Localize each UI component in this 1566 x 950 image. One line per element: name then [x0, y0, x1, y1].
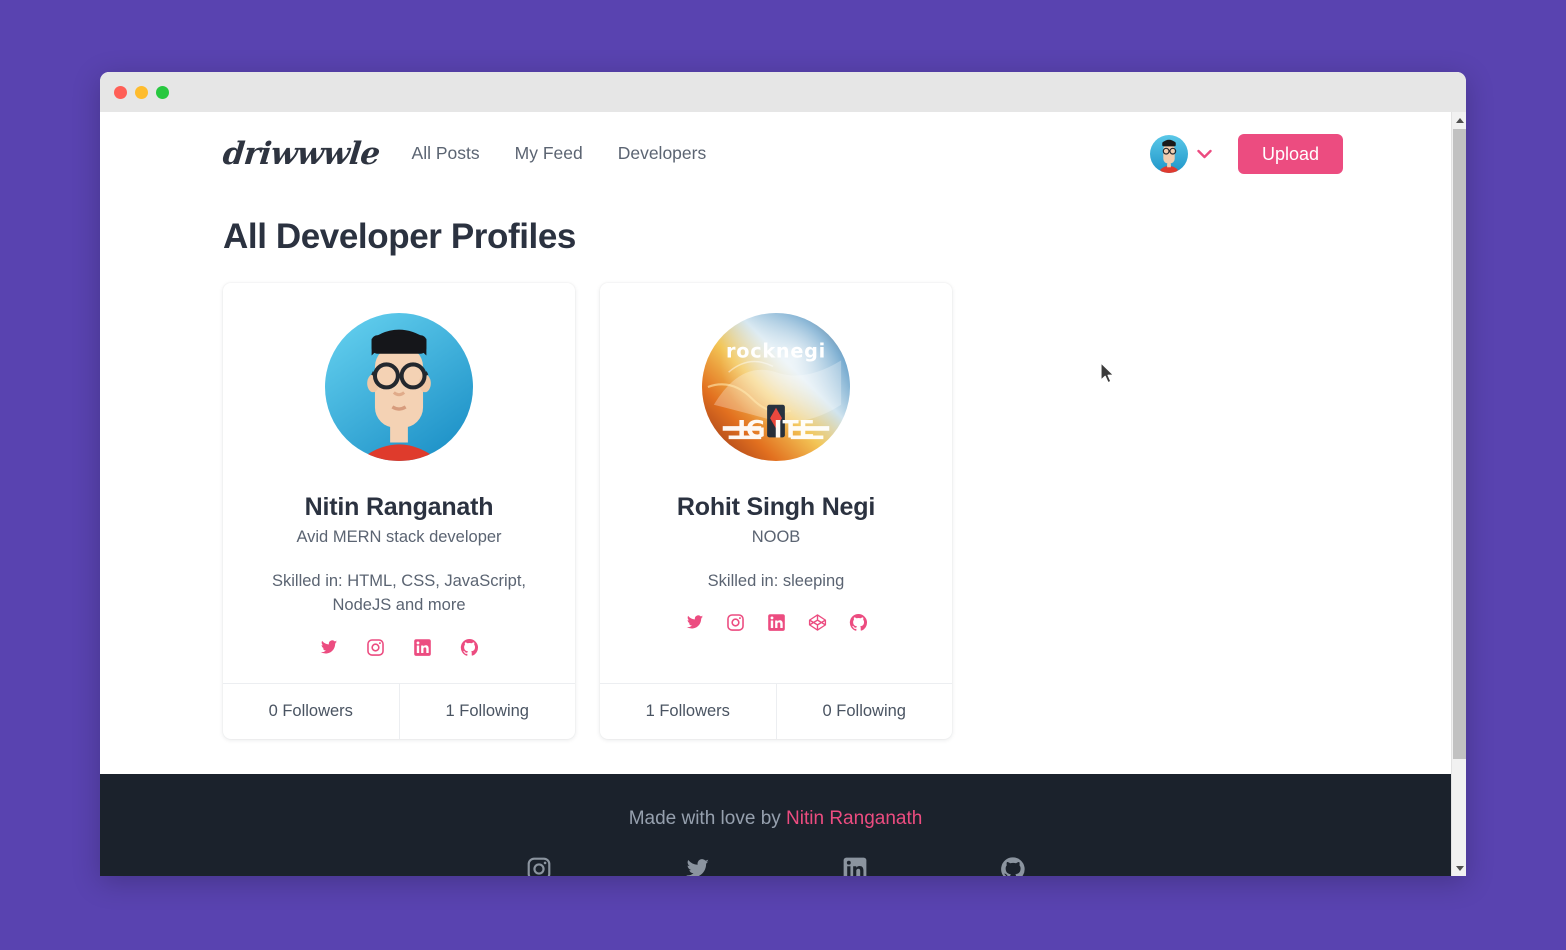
twitter-icon[interactable] [319, 638, 338, 657]
footer-credit-prefix: Made with love by [628, 808, 787, 829]
developer-card[interactable]: Nitin Ranganath Avid MERN stack develope… [223, 283, 575, 739]
developer-cards-grid: Nitin Ranganath Avid MERN stack develope… [223, 283, 1328, 739]
developer-role: NOOB [751, 528, 801, 546]
scroll-down-arrow[interactable] [1452, 860, 1466, 876]
github-icon[interactable] [460, 638, 479, 657]
developer-name: Nitin Ranganath [304, 493, 494, 521]
avatar-image [1149, 134, 1188, 173]
developer-card-body: Nitin Ranganath Avid MERN stack develope… [223, 283, 575, 683]
avatar[interactable] [1149, 134, 1188, 173]
window-close-button[interactable] [114, 85, 127, 99]
linkedin-icon[interactable] [767, 613, 786, 632]
nav-all-posts[interactable]: All Posts [412, 143, 480, 164]
following-count[interactable]: 1 Following [398, 683, 576, 739]
footer-author-link[interactable]: Nitin Ranganath [786, 808, 922, 829]
twitter-icon[interactable] [684, 856, 710, 876]
instagram-icon[interactable] [526, 856, 552, 876]
main-navigation: All Posts My Feed Developers [412, 143, 707, 164]
followers-count[interactable]: 1 Followers [600, 684, 776, 739]
upload-button[interactable]: Upload [1237, 133, 1343, 174]
followers-count[interactable]: 0 Followers [223, 684, 399, 739]
linkedin-icon[interactable] [842, 856, 868, 876]
developer-avatar[interactable] [325, 313, 473, 461]
nav-developers[interactable]: Developers [618, 143, 707, 164]
developer-role: Avid MERN stack developer [296, 528, 502, 546]
developer-social-links [685, 613, 868, 632]
scrollbar-thumb[interactable] [1453, 129, 1466, 759]
window-maximize-button[interactable] [156, 85, 169, 99]
codepen-icon[interactable] [808, 613, 827, 632]
site-footer: Made with love by Nitin Ranganath [100, 774, 1451, 876]
vertical-scrollbar[interactable] [1451, 112, 1466, 876]
footer-credit: Made with love by Nitin Ranganath [100, 808, 1451, 830]
github-icon[interactable] [849, 613, 868, 632]
developer-card-stats: 1 Followers 0 Following [600, 682, 953, 739]
page-content: driwwwle All Posts My Feed Developers Up… [100, 112, 1451, 876]
chevron-down-icon[interactable] [1192, 149, 1218, 159]
scroll-up-arrow[interactable] [1452, 112, 1466, 128]
window-minimize-button[interactable] [135, 85, 148, 99]
svg-text:IG ITE: IG ITE [737, 415, 815, 443]
twitter-icon[interactable] [685, 613, 704, 632]
developer-avatar[interactable]: rocknegi IG ITE [702, 313, 850, 461]
developer-skills: Skilled in: sleeping [707, 572, 845, 590]
instagram-icon[interactable] [726, 613, 745, 632]
developer-name: Rohit Singh Negi [676, 493, 876, 521]
browser-window: driwwwle All Posts My Feed Developers Up… [100, 72, 1466, 876]
developer-social-links [319, 638, 479, 657]
avatar-image-rohit: rocknegi IG ITE [702, 313, 850, 461]
brand-logo[interactable]: driwwwle [221, 136, 381, 172]
nav-my-feed[interactable]: My Feed [515, 143, 583, 164]
site-header: driwwwle All Posts My Feed Developers Up… [100, 112, 1451, 195]
window-titlebar [100, 72, 1466, 112]
svg-text:rocknegi: rocknegi [726, 339, 826, 362]
main-content: All Developer Profiles Nitin Ranganath A… [100, 217, 1451, 739]
developer-card-stats: 0 Followers 1 Following [223, 682, 576, 739]
following-count[interactable]: 0 Following [775, 683, 953, 739]
browser-viewport: driwwwle All Posts My Feed Developers Up… [100, 112, 1466, 876]
instagram-icon[interactable] [366, 638, 385, 657]
page-title: All Developer Profiles [223, 217, 576, 256]
github-icon[interactable] [1000, 856, 1026, 876]
developer-card-body: rocknegi IG ITE Rohit Singh Negi NOOB Sk… [600, 283, 952, 683]
avatar-image-nitin [325, 313, 473, 461]
developer-skills: Skilled in: HTML, CSS, JavaScript, NodeJ… [272, 572, 526, 615]
linkedin-icon[interactable] [413, 638, 432, 657]
developer-card[interactable]: rocknegi IG ITE Rohit Singh Negi NOOB Sk… [600, 283, 952, 739]
header-actions: Upload [1149, 133, 1343, 174]
footer-social-links [100, 856, 1451, 876]
